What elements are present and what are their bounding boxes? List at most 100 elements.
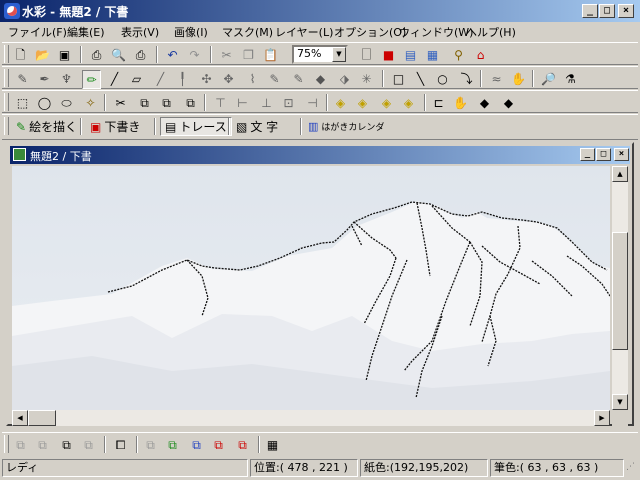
magnifier-icon[interactable]: 🔎 — [540, 70, 557, 87]
thin-pen-icon[interactable]: ╱ — [106, 70, 123, 87]
blur-icon[interactable]: ✎ — [266, 70, 283, 87]
cut-selection-icon[interactable]: ✂ — [112, 94, 129, 111]
vertical-scrollbar[interactable]: ▲ ▼ — [612, 166, 628, 410]
home-icon[interactable]: ⌂ — [472, 46, 489, 63]
layer-blue-icon[interactable]: ⧉ — [188, 436, 205, 453]
layer-new-icon[interactable]: ⧉ — [12, 436, 29, 453]
windows-icon[interactable]: ▦ — [424, 46, 441, 63]
calendar-mode-button[interactable]: ▥ はがきカレンダ — [304, 117, 388, 136]
deselect-icon[interactable]: ⊏ — [430, 94, 447, 111]
dodge-icon[interactable]: ✎ — [290, 70, 307, 87]
invert-selection-icon[interactable]: ◆ — [500, 94, 517, 111]
maximize-button[interactable]: □ — [599, 4, 615, 18]
paste-selection-icon[interactable]: ⧉ — [158, 94, 175, 111]
trace-mode-button[interactable]: ▤ トレース — [160, 117, 232, 136]
rotate-icon[interactable]: ◈ — [354, 94, 371, 111]
layer-up-icon[interactable]: ⧉ — [142, 436, 159, 453]
scroll-up-icon[interactable]: ▲ — [612, 166, 628, 182]
hand-stamp-icon[interactable]: ✋ — [510, 70, 527, 87]
cut-icon[interactable]: ✂ — [218, 46, 235, 63]
layer-copy-icon[interactable]: ⧉ — [34, 436, 51, 453]
paste-icon[interactable]: 📋 — [262, 46, 279, 63]
brush-tool-icon[interactable]: ✎ — [14, 70, 31, 87]
window-icon[interactable]: ▤ — [402, 46, 419, 63]
toolbar-grip[interactable] — [4, 117, 9, 135]
scale-icon[interactable]: ◈ — [378, 94, 395, 111]
undo-icon[interactable]: ↶ — [164, 46, 181, 63]
layer-merge-icon[interactable]: ⧉ — [58, 436, 75, 453]
menu-layer[interactable]: レイヤー(L) — [275, 24, 333, 40]
doc-minimize-button[interactable]: _ — [580, 148, 595, 161]
horizontal-scrollbar[interactable]: ◀ ▶ — [12, 410, 610, 426]
open-folder-icon[interactable]: 📂 — [34, 46, 51, 63]
document-window[interactable]: 無題2 / 下書 _ □ × ▲ ▼ ◀ ▶ — [6, 142, 634, 426]
zoom-select[interactable]: 75% ▼ — [292, 45, 348, 64]
scroll-right-icon[interactable]: ▶ — [594, 410, 610, 426]
toolbar-grip[interactable] — [4, 93, 9, 111]
stamp-icon[interactable]: ⬗ — [336, 70, 353, 87]
copy-icon[interactable]: ❐ — [240, 46, 257, 63]
magic-wand-icon[interactable]: ✧ — [82, 94, 99, 111]
layer-properties-icon[interactable]: ⧠ — [112, 436, 129, 453]
align-center-icon[interactable]: ⊡ — [280, 94, 297, 111]
menu-window[interactable]: ウィンドウ(W) — [399, 24, 473, 40]
water-brush-icon[interactable]: ≈ — [488, 70, 505, 87]
distort-icon[interactable]: ◈ — [400, 94, 417, 111]
document-title-bar[interactable]: 無題2 / 下書 _ □ × — [10, 146, 630, 164]
vertical-scroll-thumb[interactable] — [612, 232, 628, 350]
ellipse-select-icon[interactable]: ◯ — [36, 94, 53, 111]
line-tool-icon[interactable]: ╲ — [412, 70, 429, 87]
align-top-icon[interactable]: ⊤ — [212, 94, 229, 111]
minimize-button[interactable]: _ — [582, 4, 598, 18]
chevron-down-icon[interactable]: ▼ — [332, 47, 346, 62]
select-all-icon[interactable]: ◆ — [476, 94, 493, 111]
menu-help[interactable]: ヘルプ(H) — [466, 24, 516, 40]
horizontal-scroll-thumb[interactable] — [28, 410, 56, 426]
grid-icon[interactable]: ▦ — [264, 436, 281, 453]
circle-tool-icon[interactable]: ○ — [434, 70, 451, 87]
status-size-grip[interactable]: ⋰ — [626, 462, 638, 476]
align-bottom-icon[interactable]: ⊥ — [258, 94, 275, 111]
page-icon[interactable]: 🗌 — [358, 46, 375, 63]
redo-icon[interactable]: ↷ — [186, 46, 203, 63]
paste-new-icon[interactable]: ⧉ — [182, 94, 199, 111]
menu-view[interactable]: 表示(V) — [121, 24, 159, 40]
rect-select-icon[interactable]: ⬚ — [14, 94, 31, 111]
save-icon[interactable]: ▣ — [56, 46, 73, 63]
draft-mode-button[interactable]: ▣ 下書き — [86, 117, 144, 136]
menu-mask[interactable]: マスク(M) — [222, 24, 273, 40]
printer-setup-icon[interactable]: ⎙ — [132, 46, 149, 63]
curve-tool-icon[interactable]: ⤵ — [458, 70, 475, 87]
align-right-icon[interactable]: ⊣ — [304, 94, 321, 111]
print-icon[interactable]: ⎙ — [88, 46, 105, 63]
spray-icon[interactable]: ✣ — [198, 70, 215, 87]
print-preview-icon[interactable]: 🔍 — [110, 46, 127, 63]
layer-green-icon[interactable]: ⧉ — [164, 436, 181, 453]
transform-icon[interactable]: ◈ — [332, 94, 349, 111]
eraser-icon[interactable]: ▱ — [128, 70, 145, 87]
close-button[interactable]: × — [618, 4, 634, 18]
layer-red2-icon[interactable]: ⧉ — [234, 436, 251, 453]
text-mode-button[interactable]: ▧ 文 字 — [232, 117, 282, 136]
book-icon[interactable]: ■ — [380, 46, 397, 63]
menu-file[interactable]: ファイル(F) — [8, 24, 67, 40]
pen-tool-icon[interactable]: ✒ — [36, 70, 53, 87]
pencil-tool-icon[interactable]: ✏ — [82, 70, 101, 89]
drawing-canvas[interactable] — [12, 166, 610, 410]
align-left-icon[interactable]: ⊢ — [234, 94, 251, 111]
scroll-down-icon[interactable]: ▼ — [612, 394, 628, 410]
texture-icon[interactable]: ✳ — [358, 70, 375, 87]
smudge-icon[interactable]: ⌇ — [244, 70, 261, 87]
copy-selection-icon[interactable]: ⧉ — [136, 94, 153, 111]
fill-icon[interactable]: ◆ — [312, 70, 329, 87]
menu-edit[interactable]: 編集(E) — [67, 24, 105, 40]
scroll-left-icon[interactable]: ◀ — [12, 410, 28, 426]
layer-delete-icon[interactable]: ⧉ — [80, 436, 97, 453]
toolbar-grip[interactable] — [4, 45, 9, 63]
paint-mode-button[interactable]: ✎ 絵を描く — [12, 117, 81, 136]
crayon-icon[interactable]: ╱ — [152, 70, 169, 87]
rect-tool-icon[interactable]: □ — [390, 70, 407, 87]
menu-option[interactable]: オプション(O) — [334, 24, 406, 40]
toolbar-grip[interactable] — [4, 435, 9, 453]
binoculars-icon[interactable]: ⚲ — [450, 46, 467, 63]
